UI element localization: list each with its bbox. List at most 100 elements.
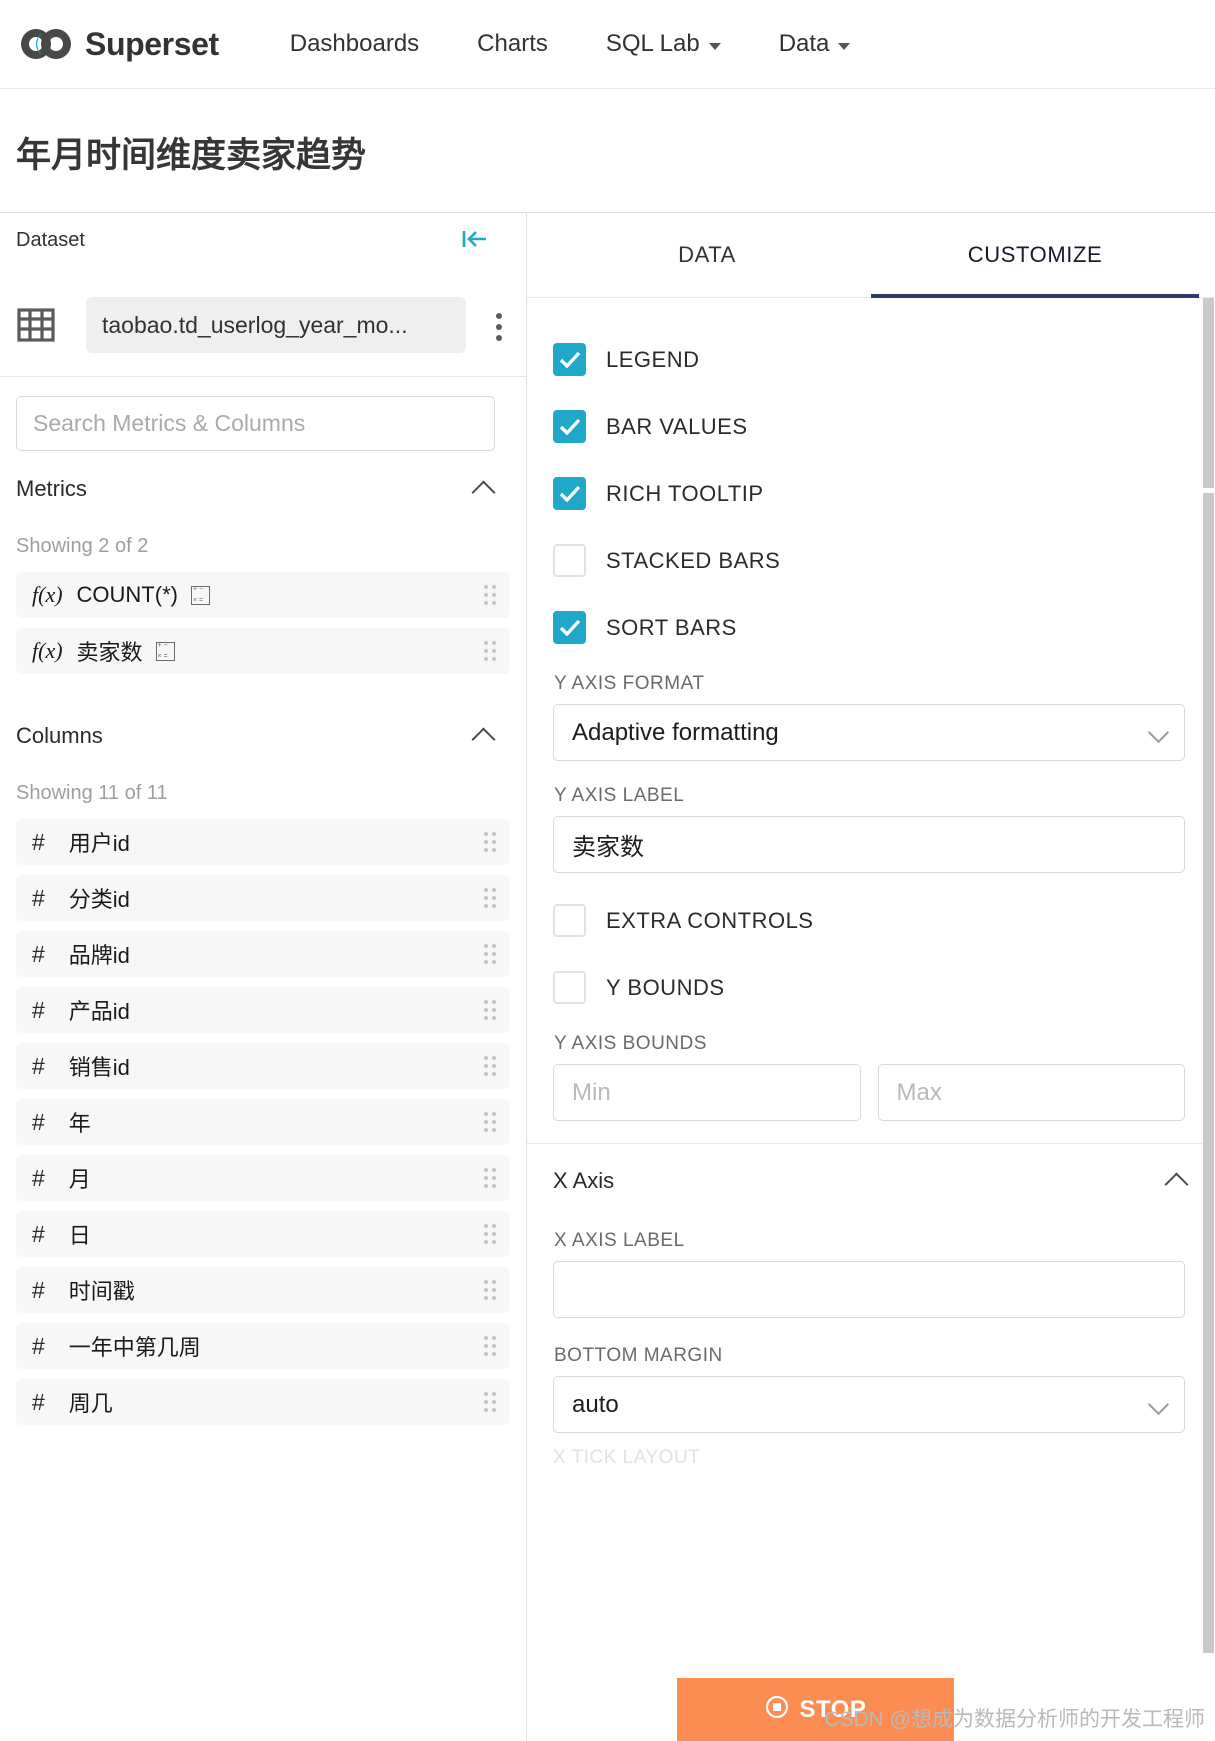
bottom-margin-value: auto <box>572 1390 619 1418</box>
metric-item[interactable]: f(x) 卖家数 <box>16 628 510 674</box>
metrics-showing-count: Showing 2 of 2 <box>16 535 149 557</box>
y-axis-format-select[interactable]: Adaptive formatting <box>553 704 1185 761</box>
column-item[interactable]: # 年 <box>16 1099 510 1145</box>
table-grid-icon <box>16 305 56 345</box>
more-vertical-icon[interactable] <box>496 308 504 346</box>
nav-item-charts[interactable]: Charts <box>448 30 577 58</box>
number-type-icon: # <box>32 1108 45 1135</box>
column-item-label: 日 <box>68 1223 91 1248</box>
x-axis-label-field[interactable] <box>553 1261 1185 1318</box>
drag-handle-icon[interactable] <box>484 1280 496 1300</box>
search-input[interactable] <box>33 410 478 437</box>
dataset-panel-label: Dataset <box>16 229 85 251</box>
metrics-section-title: Metrics <box>16 476 87 501</box>
y-axis-bounds-max-field[interactable] <box>877 1064 1185 1121</box>
drag-handle-icon[interactable] <box>484 1000 496 1020</box>
drag-handle-icon[interactable] <box>484 1168 496 1188</box>
drag-handle-icon[interactable] <box>484 641 496 661</box>
checkbox-legend[interactable]: LEGEND <box>553 326 1185 393</box>
y-axis-label-field[interactable] <box>553 816 1185 873</box>
main-area: Dataset taobao.td_userlog_year_mo... Sea… <box>0 212 1215 1741</box>
y-axis-bounds-max-input[interactable] <box>896 1078 1166 1107</box>
drag-handle-icon[interactable] <box>484 1112 496 1132</box>
number-type-icon: # <box>32 1332 45 1359</box>
top-navbar: Superset Dashboards Charts SQL Lab Data <box>0 0 1215 89</box>
collapse-left-icon[interactable] <box>462 229 488 249</box>
nav-item-sql-lab[interactable]: SQL Lab <box>577 30 750 58</box>
panel-scrollbar-thumb[interactable] <box>1203 493 1214 1653</box>
checkbox-y-bounds[interactable]: Y BOUNDS <box>553 954 1185 1021</box>
column-item[interactable]: # 品牌id <box>16 931 510 977</box>
bottom-margin-select[interactable]: auto <box>553 1376 1185 1433</box>
y-axis-bounds-min-field[interactable] <box>553 1064 861 1121</box>
tab-data-label: DATA <box>678 242 736 267</box>
number-type-icon: # <box>32 828 45 855</box>
column-item-label: 品牌id <box>68 943 130 968</box>
drag-handle-icon[interactable] <box>484 1336 496 1356</box>
x-tick-layout-label: X TICK LAYOUT <box>553 1447 701 1468</box>
column-item[interactable]: # 日 <box>16 1211 510 1257</box>
control-panel-tabs: DATA CUSTOMIZE <box>527 213 1215 298</box>
checkbox-y-bounds-label: Y BOUNDS <box>606 974 725 1000</box>
drag-handle-icon[interactable] <box>484 888 496 908</box>
column-item[interactable]: # 用户id <box>16 819 510 865</box>
chevron-down-icon <box>838 42 851 50</box>
stop-button-label: STOP <box>799 1695 867 1723</box>
number-type-icon: # <box>32 1220 45 1247</box>
brand-home-link[interactable]: Superset <box>20 26 219 63</box>
columns-section-header[interactable]: Columns <box>0 698 526 774</box>
tab-customize[interactable]: CUSTOMIZE <box>871 213 1199 298</box>
checkbox-unchecked-icon <box>553 971 586 1004</box>
tab-data[interactable]: DATA <box>543 213 871 297</box>
checkbox-bar-values-label: BAR VALUES <box>606 413 748 439</box>
nav-item-dashboards[interactable]: Dashboards <box>261 30 448 58</box>
checkbox-sort-bars[interactable]: SORT BARS <box>553 594 1185 661</box>
column-item[interactable]: # 分类id <box>16 875 510 921</box>
search-metrics-columns-box[interactable] <box>16 396 495 451</box>
column-item-label: 产品id <box>68 999 130 1024</box>
page-title[interactable]: 年月时间维度卖家趋势 <box>16 127 1215 178</box>
column-item[interactable]: # 周几 <box>16 1379 510 1425</box>
superset-infinity-logo-icon <box>20 27 72 61</box>
function-icon: f(x) <box>32 638 63 663</box>
customize-panel-body: LEGEND BAR VALUES RICH TOOLTIP STACKED B… <box>527 298 1215 1741</box>
panel-scrollbar-track[interactable] <box>1202 298 1215 1741</box>
x-axis-label-label: X AXIS LABEL <box>554 1230 685 1251</box>
y-axis-bounds-min-input[interactable] <box>572 1078 842 1107</box>
column-item-label: 用户id <box>68 831 130 856</box>
drag-handle-icon[interactable] <box>484 1392 496 1412</box>
x-axis-section-header[interactable]: X Axis <box>553 1144 1189 1218</box>
control-panel: DATA CUSTOMIZE LEGEND BAR VALUES RICH TO… <box>527 213 1215 1741</box>
column-item-label: 一年中第几周 <box>68 1335 201 1360</box>
column-item[interactable]: # 月 <box>16 1155 510 1201</box>
search-area <box>0 377 526 451</box>
column-item[interactable]: # 一年中第几周 <box>16 1323 510 1369</box>
y-axis-label-input[interactable] <box>572 830 1166 859</box>
column-item-label: 月 <box>68 1167 91 1192</box>
dataset-name-pill[interactable]: taobao.td_userlog_year_mo... <box>86 297 466 353</box>
checkbox-extra-controls[interactable]: EXTRA CONTROLS <box>553 887 1185 954</box>
nav-item-dashboards-label: Dashboards <box>289 30 420 57</box>
nav-item-data[interactable]: Data <box>750 30 880 58</box>
drag-handle-icon[interactable] <box>484 1056 496 1076</box>
checkbox-bar-values[interactable]: BAR VALUES <box>553 393 1185 460</box>
x-axis-label-input[interactable] <box>572 1275 1166 1304</box>
column-item-label: 销售id <box>68 1055 130 1080</box>
column-item[interactable]: # 产品id <box>16 987 510 1033</box>
chevron-up-icon <box>471 479 496 505</box>
drag-handle-icon[interactable] <box>484 944 496 964</box>
drag-handle-icon[interactable] <box>484 585 496 605</box>
columns-showing-count: Showing 11 of 11 <box>16 782 168 804</box>
column-item[interactable]: # 时间戳 <box>16 1267 510 1313</box>
drag-handle-icon[interactable] <box>484 1224 496 1244</box>
checkbox-rich-tooltip[interactable]: RICH TOOLTIP <box>553 460 1185 527</box>
metrics-section-header[interactable]: Metrics <box>0 451 526 527</box>
column-item[interactable]: # 销售id <box>16 1043 510 1089</box>
panel-scrollbar-thumb-top[interactable] <box>1203 298 1214 488</box>
metric-item[interactable]: f(x) COUNT(*) <box>16 572 510 618</box>
checkbox-stacked-bars[interactable]: STACKED BARS <box>553 527 1185 594</box>
checkbox-checked-icon <box>553 611 586 644</box>
stop-button[interactable]: STOP <box>677 1678 954 1741</box>
checkbox-unchecked-icon <box>553 904 586 937</box>
drag-handle-icon[interactable] <box>484 832 496 852</box>
